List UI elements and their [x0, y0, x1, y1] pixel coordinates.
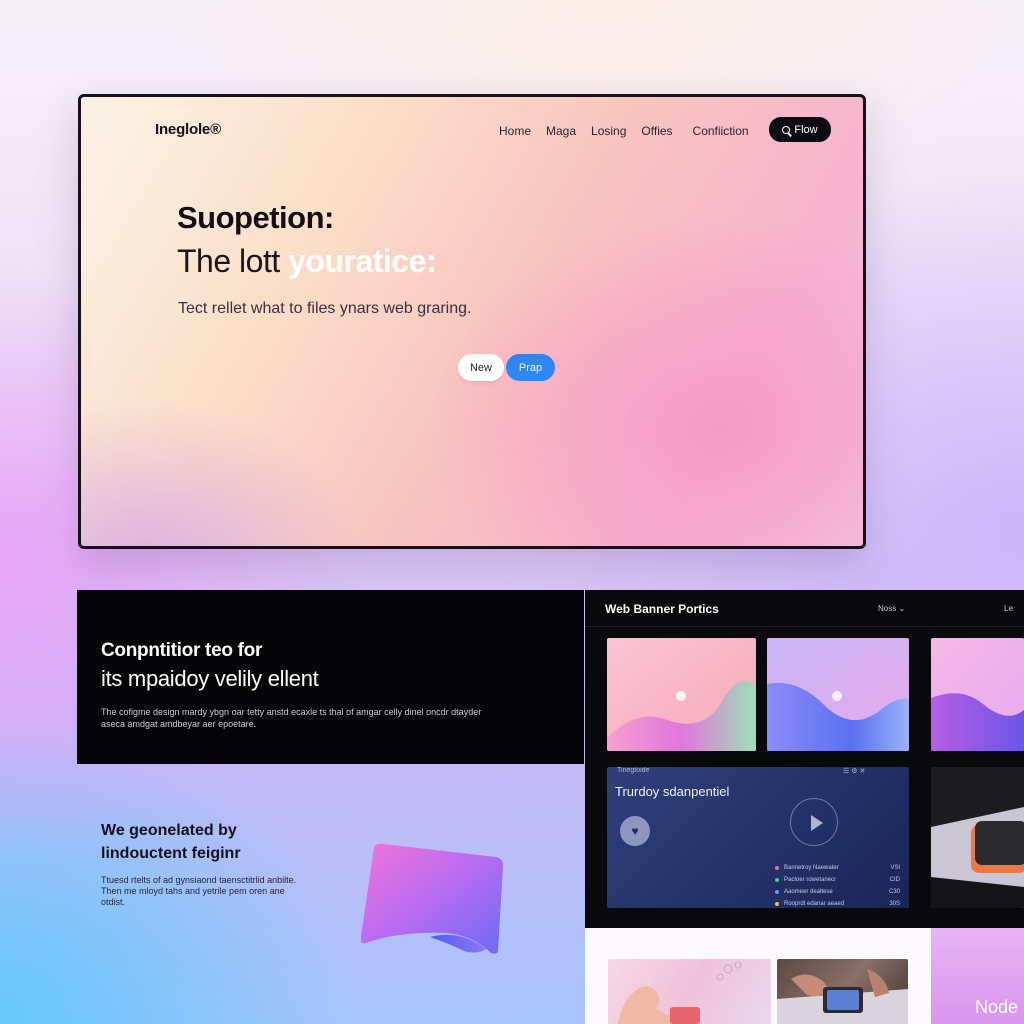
feature-title-line1: We geonelated by — [101, 822, 237, 839]
banner-thumbnail[interactable] — [931, 638, 1024, 751]
site-logo[interactable]: Ineglole® — [155, 121, 221, 138]
media-player-card[interactable]: Tinegtoide ☰ ⚙ ✕ Trurdoy sdanpentiel ♥ B… — [607, 767, 909, 908]
flow-button-label: Flow — [794, 123, 818, 136]
hero-title-plain: The lott — [177, 243, 289, 279]
banner-thumbnail[interactable] — [767, 638, 909, 751]
panel-title: Web Banner Portics — [605, 602, 719, 616]
banner-thumbnail[interactable] — [607, 638, 756, 751]
portfolio-panel: Web Banner Portics Noss ⌄ Le Tinegtoide … — [585, 590, 1024, 928]
device-image — [931, 767, 1024, 908]
track-label: Pactoer rowetanecr — [784, 877, 837, 883]
track-label: Rooprdt edanar aeaed — [784, 901, 845, 907]
gradient-blob-shape — [360, 843, 504, 954]
avatar-icon[interactable]: ♥ — [620, 816, 650, 846]
nav-item-maga[interactable]: Maga — [546, 124, 576, 138]
status-dot — [775, 890, 779, 894]
promo-banner: Conpntitior teo for its mpaidoy velily e… — [77, 590, 584, 764]
main-nav: Home Maga Losing Offies Confiiction — [499, 124, 749, 138]
hand-image — [618, 961, 742, 1024]
hero-subtitle: Tect rellet what to files ynars web grar… — [178, 300, 472, 317]
gallery-strip — [585, 928, 931, 1024]
feature-body: Ttuesd rtelts of ad gynsiaond taensctitr… — [101, 875, 297, 907]
nav-item-offies[interactable]: Offies — [641, 124, 672, 138]
phone-image — [777, 969, 908, 1024]
list-item[interactable]: Pactoer rowetanecr CID — [775, 874, 900, 886]
track-list: Bannetroy Naewater VSI Pactoer rowetanec… — [775, 862, 900, 908]
panel-divider — [585, 626, 1024, 627]
flow-button[interactable]: Flow — [769, 117, 831, 142]
list-item[interactable]: Rooprdt edanar aeaed 30S — [775, 898, 900, 908]
hero-title: Suopetion: — [177, 200, 334, 235]
track-value: C30 — [888, 889, 900, 895]
banner-body: The cofigme design mardy ybgn oar tetty … — [101, 707, 482, 729]
nav-item-losing[interactable]: Losing — [591, 124, 626, 138]
status-dot — [775, 866, 779, 870]
play-icon[interactable] — [790, 798, 838, 846]
prap-button[interactable]: Prap — [506, 354, 555, 381]
media-toolbar-icons: ☰ ⚙ ✕ — [843, 767, 865, 775]
status-dot — [775, 878, 779, 882]
track-value: VSI — [890, 865, 900, 871]
list-item[interactable]: Aaomeer dealtese C30 — [775, 886, 900, 898]
hero-title-accent: youratice: — [288, 243, 437, 279]
media-title: Trurdoy sdanpentiel — [615, 784, 730, 799]
hero-title-line2: The lott youratice: — [177, 243, 437, 280]
hand-photo[interactable] — [608, 959, 771, 1024]
status-dot — [775, 902, 779, 906]
feature-title-line2: lindouctent feiginr — [101, 845, 241, 862]
device-photo[interactable] — [931, 767, 1024, 908]
settings-icon[interactable]: ⚙ — [851, 768, 857, 775]
nav-item-home[interactable]: Home — [499, 124, 531, 138]
search-icon — [782, 125, 791, 134]
node-panel: Node — [931, 928, 1024, 1024]
media-card-label: Tinegtoide — [617, 767, 650, 774]
new-button[interactable]: New — [458, 354, 504, 381]
track-label: Aaomeer dealtese — [784, 889, 833, 895]
node-label: Node — [975, 997, 1019, 1017]
panel-right-label[interactable]: Le — [1004, 604, 1013, 613]
banner-title-line2: its mpaidoy velily ellent — [101, 666, 319, 691]
close-icon[interactable]: ✕ — [859, 768, 865, 775]
hero-window: Ineglole® Home Maga Losing Offies Confii… — [78, 94, 866, 549]
list-item[interactable]: Bannetroy Naewater VSI — [775, 862, 900, 874]
track-value: CID — [889, 877, 900, 883]
track-label: Bannetroy Naewater — [784, 865, 839, 871]
feature-title: We geonelated by lindouctent feiginr — [101, 819, 241, 865]
wave-blue-image — [767, 638, 909, 751]
banner-title: Conpntitior teo for — [101, 640, 263, 661]
wave-pink-image — [607, 638, 756, 751]
nav-item-confiiction[interactable]: Confiiction — [693, 124, 749, 138]
wave-violet-image — [931, 638, 1024, 751]
menu-icon[interactable]: ☰ — [843, 768, 849, 775]
track-value: 30S — [889, 901, 900, 907]
phone-photo[interactable] — [777, 959, 908, 1024]
panel-menu-dropdown[interactable]: Noss ⌄ — [878, 604, 905, 613]
